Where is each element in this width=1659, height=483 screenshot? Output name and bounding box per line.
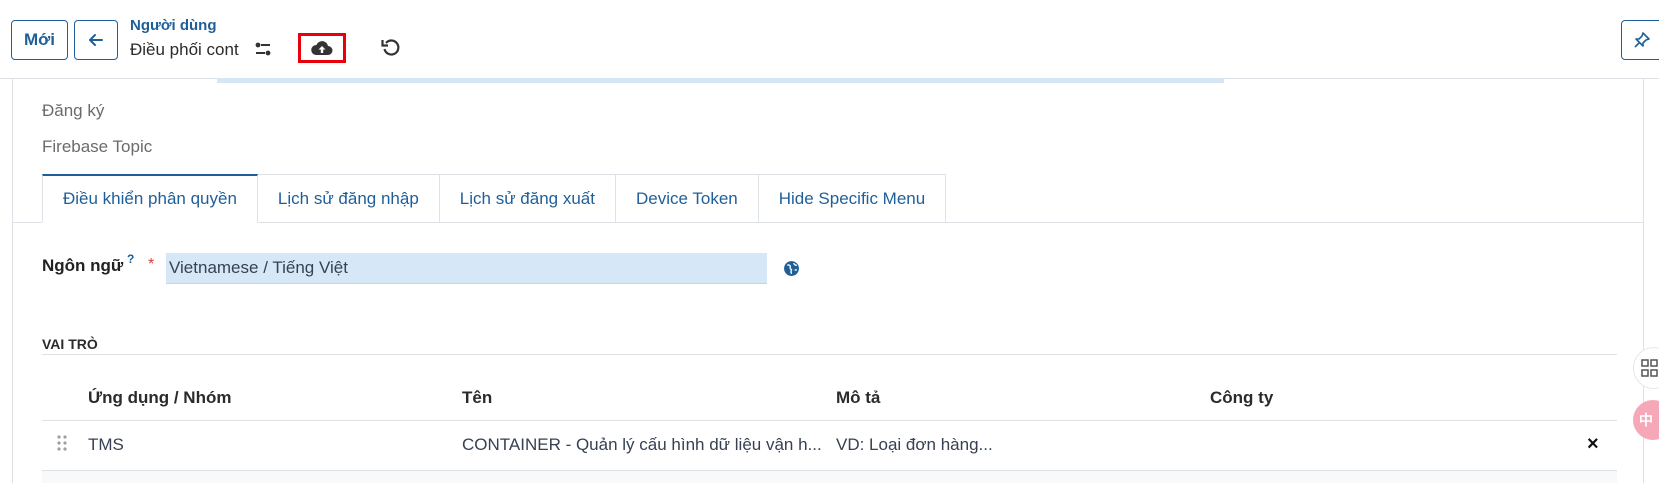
pin-button[interactable] — [1621, 20, 1659, 60]
subscribe-label: Đăng ký — [42, 101, 105, 120]
required-marker: * — [148, 256, 155, 273]
tab-access-control[interactable]: Điều khiển phân quyền — [42, 174, 258, 223]
next-row — [42, 471, 1617, 483]
apps-widget-button[interactable] — [1633, 347, 1659, 389]
new-button[interactable]: Mới — [11, 20, 68, 60]
tab-logout-history[interactable]: Lịch sử đăng xuất — [439, 174, 616, 223]
cell-name[interactable]: CONTAINER - Quản lý cấu hình dữ liệu vận… — [462, 435, 822, 455]
translate-button[interactable] — [783, 260, 800, 277]
grid-icon — [1641, 359, 1658, 377]
discard-button[interactable] — [380, 37, 402, 59]
tab-login-history[interactable]: Lịch sử đăng nhập — [257, 174, 440, 223]
drag-handle-icon[interactable] — [56, 434, 70, 454]
language-label: Ngôn ngữ — [42, 256, 124, 275]
sheet-border-left — [12, 78, 13, 483]
breadcrumb-parent-link[interactable]: Người dùng — [130, 17, 217, 34]
tab-device-token[interactable]: Device Token — [615, 174, 759, 223]
pin-icon — [1634, 32, 1650, 48]
sliders-icon — [255, 42, 271, 56]
translate-widget-button[interactable]: 中 — [1633, 400, 1659, 440]
cloud-upload-icon — [311, 41, 333, 55]
column-header-name[interactable]: Tên — [462, 388, 492, 408]
section-divider — [42, 354, 1617, 355]
delete-row-button[interactable]: × — [1587, 433, 1599, 456]
arrow-left-icon — [89, 34, 103, 46]
translate-glyph: 中 — [1639, 412, 1653, 428]
back-button[interactable] — [74, 20, 118, 60]
column-header-description[interactable]: Mô tả — [836, 388, 880, 408]
status-strip — [217, 78, 1224, 83]
language-select[interactable]: Vietnamese / Tiếng Việt — [166, 253, 767, 284]
roles-section-title: VAI TRÒ — [42, 336, 98, 352]
undo-icon — [381, 39, 400, 56]
tab-hide-specific-menu[interactable]: Hide Specific Menu — [758, 174, 947, 223]
language-help-tooltip[interactable]: ? — [127, 252, 134, 266]
globe-icon — [784, 261, 799, 276]
column-header-company[interactable]: Công ty — [1210, 388, 1273, 408]
header-divider — [42, 420, 1617, 421]
column-header-app-group[interactable]: Ứng dụng / Nhóm — [88, 388, 231, 408]
cell-app-group[interactable]: TMS — [88, 435, 124, 455]
control-panel: Mới Người dùng Điều phối cont — [0, 0, 1659, 79]
record-actions-button[interactable] — [254, 40, 272, 58]
cell-description[interactable]: VD: Loại đơn hàng... — [836, 435, 993, 455]
notebook-tabs: Điều khiển phân quyền Lịch sử đăng nhập … — [42, 174, 947, 223]
firebase-topic-label: Firebase Topic — [42, 137, 153, 156]
save-button[interactable] — [298, 33, 346, 63]
breadcrumb-current: Điều phối cont — [130, 40, 239, 59]
